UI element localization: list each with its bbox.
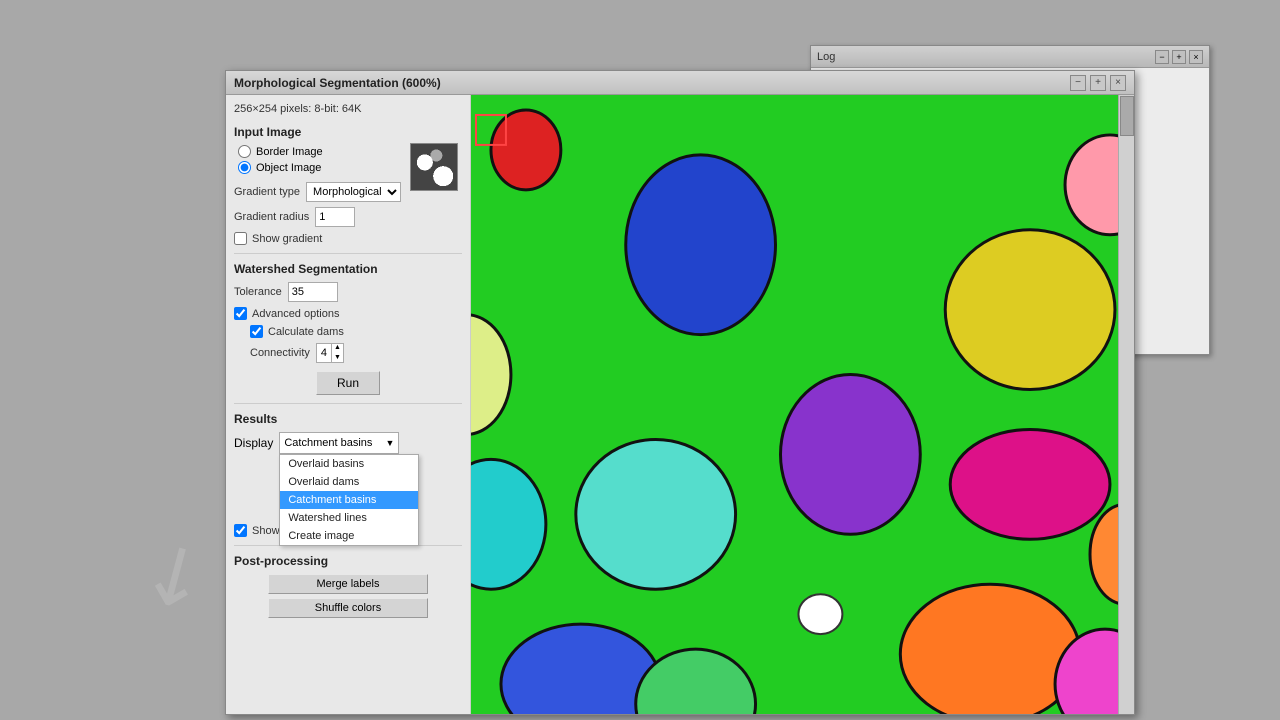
- watershed-title: Watershed Segmentation: [234, 262, 462, 276]
- log-close-button[interactable]: ×: [1189, 50, 1203, 64]
- dropdown-item-watershed-lines[interactable]: Watershed lines: [280, 509, 418, 527]
- display-dropdown-menu: Overlaid basins Overlaid dams Catchment …: [279, 454, 419, 546]
- connectivity-down[interactable]: ▼: [331, 353, 343, 363]
- advanced-options-checkbox[interactable]: [234, 307, 247, 320]
- log-maximize-button[interactable]: +: [1172, 50, 1186, 64]
- segment-blue-1: [626, 155, 776, 335]
- calculate-dams-label: Calculate dams: [268, 326, 344, 338]
- show-gradient-label: Show gradient: [252, 233, 322, 245]
- scrollbar-thumb[interactable]: [1120, 96, 1134, 136]
- calculate-dams-checkbox[interactable]: [250, 325, 263, 338]
- window-controls: − + ×: [1070, 75, 1126, 91]
- minimize-button[interactable]: −: [1070, 75, 1086, 91]
- tolerance-row: Tolerance: [234, 282, 462, 302]
- connectivity-stepper[interactable]: 4 ▲ ▼: [316, 343, 344, 363]
- separator-2: [234, 403, 462, 404]
- connectivity-up[interactable]: ▲: [331, 343, 343, 353]
- display-select[interactable]: Catchment basins ▼: [279, 432, 399, 454]
- segment-cyan-center: [576, 439, 736, 589]
- dropdown-item-create-image[interactable]: Create image: [280, 527, 418, 545]
- display-selected-value: Catchment basins: [284, 437, 372, 449]
- tolerance-label: Tolerance: [234, 286, 282, 298]
- advanced-options-row: Advanced options: [234, 307, 462, 320]
- display-row: Display Catchment basins ▼ Overlaid basi…: [234, 432, 462, 454]
- segmentation-canvas: [471, 95, 1134, 714]
- connectivity-arrows: ▲ ▼: [331, 343, 343, 363]
- separator-1: [234, 253, 462, 254]
- maximize-button[interactable]: +: [1090, 75, 1106, 91]
- thumbnail-preview: [411, 144, 457, 190]
- calculate-dams-row: Calculate dams: [250, 325, 462, 338]
- pixel-info: 256×254 pixels: 8-bit: 64K: [234, 103, 462, 115]
- log-titlebar: Log − + ×: [811, 46, 1209, 68]
- gradient-radius-label: Gradient radius: [234, 211, 309, 223]
- image-thumbnail: [410, 143, 458, 191]
- log-controls: − + ×: [1155, 50, 1203, 64]
- main-titlebar: Morphological Segmentation (600%) − + ×: [226, 71, 1134, 95]
- tolerance-input[interactable]: [288, 282, 338, 302]
- gradient-radius-input[interactable]: [315, 207, 355, 227]
- object-image-radio[interactable]: [238, 161, 251, 174]
- dropdown-item-overlaid-dams[interactable]: Overlaid dams: [280, 473, 418, 491]
- log-title: Log: [817, 51, 835, 63]
- results-title: Results: [234, 412, 462, 426]
- segment-yellow-1: [945, 230, 1115, 390]
- log-minimize-button[interactable]: −: [1155, 50, 1169, 64]
- segment-magenta: [950, 429, 1110, 539]
- connectivity-row: Connectivity 4 ▲ ▼: [250, 343, 462, 363]
- border-image-radio[interactable]: [238, 145, 251, 158]
- dropdown-item-overlaid-basins[interactable]: Overlaid basins: [280, 455, 418, 473]
- main-window: Morphological Segmentation (600%) − + × …: [225, 70, 1135, 715]
- control-panel: 256×254 pixels: 8-bit: 64K Input Image B…: [226, 95, 471, 714]
- advanced-options-label: Advanced options: [252, 308, 339, 320]
- canvas-area: [471, 95, 1134, 714]
- dropdown-item-catchment-basins[interactable]: Catchment basins: [280, 491, 418, 509]
- gradient-type-select[interactable]: Morphological: [306, 182, 401, 202]
- post-processing-title: Post-processing: [234, 554, 462, 568]
- window-body: 256×254 pixels: 8-bit: 64K Input Image B…: [226, 95, 1134, 714]
- object-image-label: Object Image: [256, 162, 321, 174]
- input-image-title: Input Image: [234, 125, 462, 139]
- display-dropdown-container: Catchment basins ▼ Overlaid basins Overl…: [279, 432, 399, 454]
- connectivity-label: Connectivity: [250, 347, 310, 359]
- merge-labels-button[interactable]: Merge labels: [268, 574, 428, 594]
- main-window-title: Morphological Segmentation (600%): [234, 76, 441, 90]
- gradient-type-label: Gradient type: [234, 186, 300, 198]
- display-dropdown-arrow: ▼: [385, 438, 394, 448]
- run-button[interactable]: Run: [316, 371, 380, 395]
- show-numbers-checkbox[interactable]: [234, 524, 247, 537]
- vertical-scrollbar[interactable]: [1118, 95, 1134, 714]
- segment-small-white: [798, 594, 842, 634]
- show-gradient-checkbox[interactable]: [234, 232, 247, 245]
- connectivity-value: 4: [317, 347, 331, 359]
- display-label: Display: [234, 436, 273, 450]
- segment-purple: [781, 375, 921, 535]
- close-button[interactable]: ×: [1110, 75, 1126, 91]
- border-image-label: Border Image: [256, 146, 323, 158]
- shuffle-colors-button[interactable]: Shuffle colors: [268, 598, 428, 618]
- segment-orange-bottom: [900, 584, 1080, 714]
- segment-red-1: [491, 110, 561, 190]
- gradient-radius-row: Gradient radius: [234, 207, 462, 227]
- show-gradient-row: Show gradient: [234, 232, 462, 245]
